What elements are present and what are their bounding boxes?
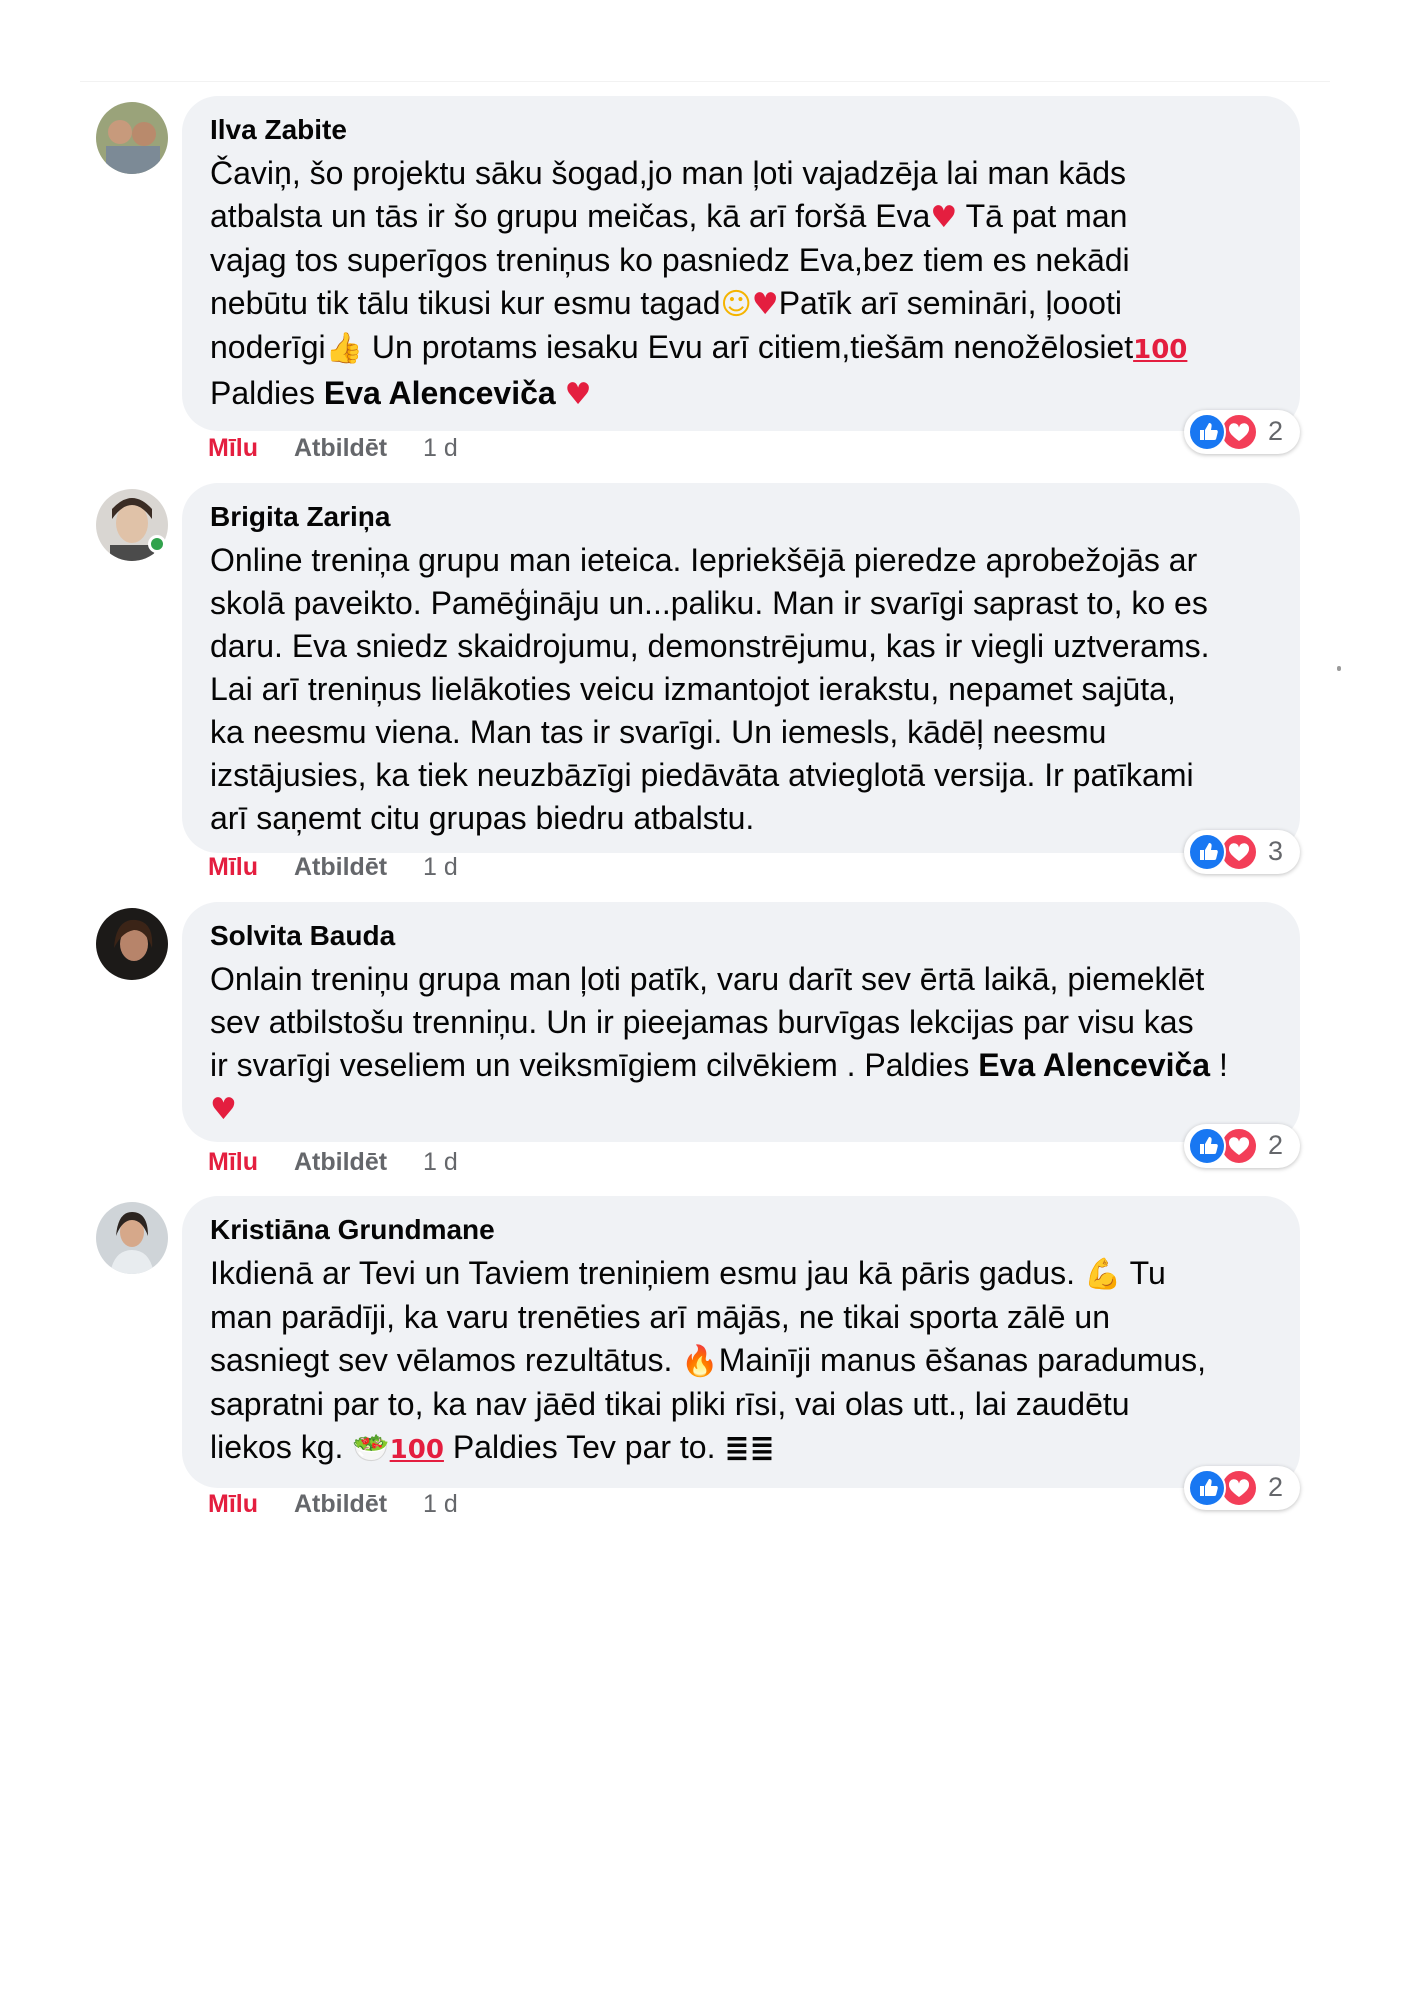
avatar-photo	[96, 102, 168, 174]
reaction-summary[interactable]: 2	[1184, 1466, 1300, 1510]
comment: Solvita Bauda Onlain treniņu grupa man ļ…	[96, 902, 1316, 1192]
avatar[interactable]	[96, 1202, 168, 1274]
heart-emoji-icon: ♥	[751, 287, 779, 322]
comment-text: Ikdienā ar Tevi un Taviem treniņiem esmu…	[210, 1255, 1207, 1466]
comment-author[interactable]: Brigita Zariņa	[210, 499, 1272, 535]
like-button[interactable]: Mīlu	[208, 1148, 258, 1176]
reply-button[interactable]: Atbildēt	[294, 853, 387, 881]
reaction-summary[interactable]: 3	[1184, 830, 1300, 874]
like-icon	[1188, 1127, 1226, 1165]
mention-link[interactable]: Eva Alenceviča	[324, 375, 556, 411]
avatar-photo	[96, 908, 168, 980]
flexed-biceps-emoji-icon: 💪	[1083, 1257, 1122, 1292]
hundred-points-emoji-icon: 100	[1133, 335, 1188, 365]
like-button[interactable]: Mīlu	[208, 1490, 258, 1518]
like-icon	[1188, 833, 1226, 871]
comment-text: Online treniņa grupu man ieteica. Ieprie…	[210, 542, 1210, 836]
timestamp[interactable]: 1 d	[423, 434, 458, 462]
hundred-points-emoji-icon: 100	[389, 1435, 444, 1465]
avatar[interactable]	[96, 908, 168, 980]
comment-bubble: Kristiāna Grundmane Ikdienā ar Tevi un T…	[182, 1196, 1300, 1488]
top-divider	[80, 81, 1330, 82]
comment-bubble: Ilva Zabite Čaviņ, šo projektu sāku šoga…	[182, 96, 1300, 431]
comment-actions: Mīlu Atbildēt 1 d	[208, 1148, 494, 1177]
reply-button[interactable]: Atbildēt	[294, 434, 387, 462]
timestamp[interactable]: 1 d	[423, 1148, 458, 1176]
smiling-emoji-icon: ☺	[720, 287, 752, 322]
comment: Ilva Zabite Čaviņ, šo projektu sāku šoga…	[96, 96, 1316, 476]
comment-actions: Mīlu Atbildēt 1 d	[208, 434, 494, 463]
timestamp[interactable]: 1 d	[423, 853, 458, 881]
heart-emoji-icon: ♥	[564, 377, 592, 412]
like-button[interactable]: Mīlu	[208, 853, 258, 881]
fire-emoji-icon: 🔥	[681, 1344, 719, 1379]
scroll-indicator	[1337, 666, 1341, 671]
avatar-photo	[96, 1202, 168, 1274]
comment-text: Čaviņ, šo projektu sāku šogad,jo man ļot…	[210, 155, 1188, 412]
comment-text: Onlain treniņu grupa man ļoti patīk, var…	[210, 961, 1228, 1127]
reaction-summary[interactable]: 2	[1184, 410, 1300, 454]
comment-author[interactable]: Kristiāna Grundmane	[210, 1212, 1272, 1248]
comment-bubble: Solvita Bauda Onlain treniņu grupa man ļ…	[182, 902, 1300, 1142]
timestamp[interactable]: 1 d	[423, 1490, 458, 1518]
flag-emoji-icon: ≣≣	[724, 1431, 775, 1466]
comment-actions: Mīlu Atbildēt 1 d	[208, 853, 494, 882]
reaction-count: 2	[1268, 416, 1284, 446]
reply-button[interactable]: Atbildēt	[294, 1148, 387, 1176]
reaction-count: 3	[1268, 836, 1284, 866]
comment: Kristiāna Grundmane Ikdienā ar Tevi un T…	[96, 1196, 1316, 1536]
reaction-count: 2	[1268, 1472, 1284, 1502]
heart-emoji-icon: ♥	[210, 1092, 237, 1127]
comment-actions: Mīlu Atbildēt 1 d	[208, 1490, 494, 1519]
comment-bubble: Brigita Zariņa Online treniņa grupu man …	[182, 483, 1300, 853]
like-icon	[1188, 413, 1226, 451]
like-icon	[1188, 1469, 1226, 1507]
comment: Brigita Zariņa Online treniņa grupu man …	[96, 483, 1316, 893]
thumbs-up-emoji-icon: 👍	[325, 331, 363, 366]
reaction-count: 2	[1268, 1130, 1284, 1160]
heart-emoji-icon: ♥	[930, 200, 958, 235]
reply-button[interactable]: Atbildēt	[294, 1490, 387, 1518]
comment-author[interactable]: Ilva Zabite	[210, 112, 1272, 148]
avatar[interactable]	[96, 102, 168, 174]
salad-emoji-icon: 🥗	[352, 1431, 390, 1466]
mention-link[interactable]: Eva Alenceviča	[978, 1047, 1210, 1083]
like-button[interactable]: Mīlu	[208, 434, 258, 462]
online-status-indicator	[148, 535, 166, 553]
reaction-summary[interactable]: 2	[1184, 1124, 1300, 1168]
comment-author[interactable]: Solvita Bauda	[210, 918, 1272, 954]
